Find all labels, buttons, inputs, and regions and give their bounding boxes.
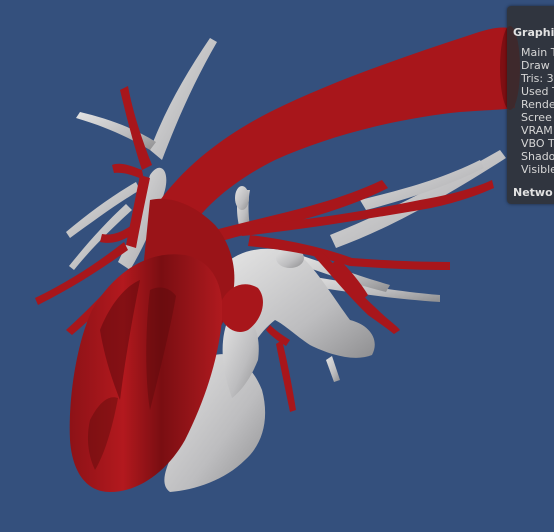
- stats-shadow: Shado: [521, 150, 554, 163]
- stats-main-thread: Main T: [521, 46, 554, 59]
- stats-vbo: VBO T: [521, 137, 554, 150]
- stats-used-textures: Used T: [521, 85, 554, 98]
- scene-viewport[interactable]: [0, 0, 554, 532]
- stats-draw-calls: Draw: [521, 59, 550, 72]
- stats-screen: Scree: [521, 111, 552, 124]
- stats-tris: Tris: 3: [521, 72, 554, 85]
- graphics-stats-panel: Graphi Main T Draw Tris: 3 Used T Rende …: [507, 6, 554, 204]
- stats-vram: VRAM: [521, 124, 553, 137]
- heart-model-render: [35, 26, 520, 492]
- stats-render: Rende: [521, 98, 554, 111]
- stats-visible: Visible: [521, 163, 554, 176]
- stats-network-heading: Netwo: [513, 186, 553, 199]
- stats-title: Graphi: [513, 26, 554, 39]
